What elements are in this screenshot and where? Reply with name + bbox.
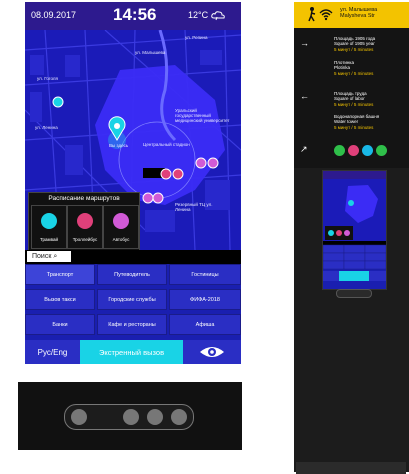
search-label: Поиск	[32, 253, 52, 260]
card-reader-panel	[18, 382, 242, 450]
trolleybus-stop-icon	[160, 168, 172, 180]
route-trolleybus-button[interactable]: Троллейбус	[67, 205, 103, 249]
menu-city-services-button[interactable]: Городские службы	[97, 289, 167, 310]
route-tram-button[interactable]: Трамвай	[31, 205, 67, 249]
direction-item: Плотинка Plotinka 5 минут / 5 minutes	[334, 60, 373, 76]
menu-events-button[interactable]: Афиша	[169, 314, 241, 335]
direction-name-en: Square of 1905 year	[334, 41, 375, 47]
emergency-call-button[interactable]: Экстренный вызов	[80, 340, 183, 364]
totem-card-reader[interactable]	[336, 289, 372, 298]
street-en: Malysheva Str	[340, 13, 375, 19]
reader-button[interactable]	[71, 409, 87, 425]
clock-label: 14:56	[113, 5, 157, 24]
university-label: Уральский государственный медицинский ун…	[175, 108, 230, 123]
direction-time: 5 минут / 5 minutes	[334, 70, 374, 76]
arrow-right-icon: →	[300, 38, 309, 48]
menu-taxi-button[interactable]: Вызов такси	[25, 289, 95, 310]
menu-fifa-button[interactable]: ФИФА-2018	[169, 289, 241, 310]
city-map[interactable]: Вы здесь Центральный стадион Уральский г…	[25, 30, 241, 250]
bus-stop-icon	[207, 157, 219, 169]
reserve-label: Резервный ТЦ ул. Ленина	[175, 202, 213, 212]
arrow-left-icon: ←	[300, 91, 309, 101]
bus-icon	[376, 145, 387, 156]
card-reader[interactable]	[64, 404, 194, 430]
route-label: Троллейбус	[72, 237, 98, 242]
direction-item: Площадь 1905 года Square of 1905 year 5 …	[334, 36, 375, 52]
directions-panel: → Площадь 1905 года Square of 1905 year …	[294, 28, 409, 168]
tram-stop-icon	[52, 96, 64, 108]
menu-guide-button[interactable]: Путеводитель	[97, 264, 167, 285]
bus-stop-icon	[195, 157, 207, 169]
tram-icon	[362, 145, 373, 156]
street-label: ул. Малышева	[135, 50, 166, 55]
totem-base	[296, 462, 406, 474]
totem-screen[interactable]	[322, 170, 387, 290]
search-icon: ⌕	[53, 253, 58, 260]
you-are-here-label: Вы здесь	[109, 143, 129, 148]
menu-transport-button[interactable]: Транспорт	[25, 264, 95, 285]
totem-screen-preview	[322, 171, 387, 281]
direction-item: Площадь труда Square of labor 5 минут / …	[334, 91, 373, 107]
status-bar: 08.09.2017 14:56 12°C	[25, 2, 241, 30]
weather-label: 12°C	[188, 10, 225, 21]
tram-icon	[41, 213, 57, 229]
trolleybus-icon	[348, 145, 359, 156]
temperature-label: 12°C	[188, 10, 209, 20]
trolleybus-icon	[77, 213, 93, 229]
trolleybus-stop-icon	[172, 168, 184, 180]
reader-button[interactable]	[147, 409, 163, 425]
menu-banks-button[interactable]: Банки	[25, 314, 95, 335]
search-input[interactable]: Поиск ⌕	[27, 251, 71, 262]
street-label: ул. Ленина	[35, 125, 58, 130]
bottom-bar: Рус/Eng Экстренный вызов	[25, 340, 241, 364]
language-button[interactable]: Рус/Eng	[25, 340, 80, 364]
direction-item: Водонапорная башня Water tower 5 минут /…	[334, 114, 379, 130]
direction-time: 5 минут / 5 minutes	[334, 124, 374, 130]
menu-cafes-button[interactable]: Кафе и рестораны	[97, 314, 167, 335]
route-label: Автобус	[112, 237, 130, 242]
walk-wifi-icon	[308, 7, 333, 22]
bus-stop-icon	[152, 192, 164, 204]
route-bus-button[interactable]: Автобус	[103, 205, 139, 249]
routes-legend: Расписание маршрутов Трамвай Троллейбус …	[28, 192, 140, 250]
street-name: ул. Малышева Malysheva Str	[340, 7, 377, 19]
stadium-label: Центральный стадион	[143, 142, 190, 147]
accessibility-button[interactable]	[183, 340, 241, 364]
kiosk-screen: 08.09.2017 14:56 12°C Вы здесь Центральн…	[25, 2, 241, 364]
route-label: Трамвай	[40, 237, 58, 242]
totem-header: ул. Малышева Malysheva Str	[294, 2, 409, 28]
bus-icon	[113, 213, 129, 229]
menu-hotels-button[interactable]: Гостиницы	[169, 264, 241, 285]
street-label: ул. Репина	[185, 35, 208, 40]
bus-stop-icon	[142, 192, 154, 204]
arrow-up-right-icon: ↗	[300, 144, 308, 154]
routes-legend-title: Расписание маршрутов	[48, 195, 120, 202]
direction-time: 5 минут / 5 minutes	[334, 101, 374, 107]
reader-button[interactable]	[171, 409, 187, 425]
cloud-rain-icon	[210, 10, 225, 20]
info-totem: ул. Малышева Malysheva Str → Площадь 190…	[294, 2, 409, 474]
date-label: 08.09.2017	[31, 10, 77, 20]
metro-icon	[334, 145, 345, 156]
search-bar: Поиск ⌕	[25, 250, 241, 264]
street-label: ул. Гоголя	[37, 76, 58, 81]
reader-button[interactable]	[123, 409, 139, 425]
eye-icon	[200, 347, 224, 357]
direction-time: 5 минут / 5 minutes	[334, 46, 374, 52]
